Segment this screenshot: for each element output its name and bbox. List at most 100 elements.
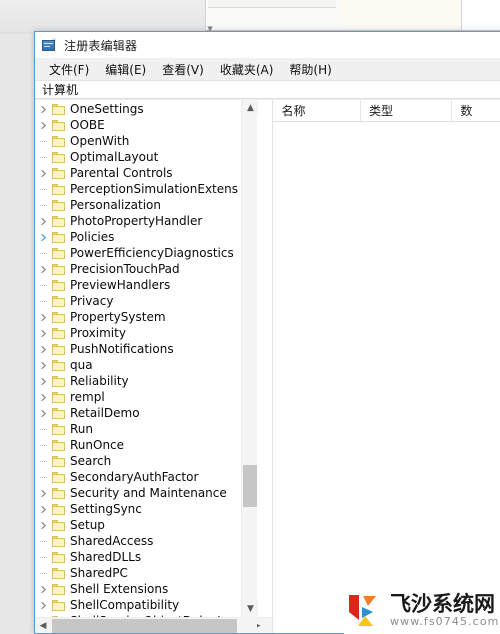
folder-icon xyxy=(52,439,65,451)
folder-icon xyxy=(52,279,65,291)
folder-icon xyxy=(52,327,65,339)
registry-values-pane: 名称 类型 数 xyxy=(273,100,500,633)
horizontal-scroll-thumb[interactable] xyxy=(52,619,237,633)
column-name[interactable]: 名称 xyxy=(273,100,362,121)
folder-icon xyxy=(52,231,65,243)
tree-node-list: OneSettings OOBE OpenWith OptimalLayout Pare… xyxy=(35,101,272,617)
tree-node[interactable]: SharedPC xyxy=(35,565,272,581)
vertical-scroll-thumb[interactable] xyxy=(243,465,258,507)
folder-icon xyxy=(52,103,65,115)
tree-node[interactable]: PhotoPropertyHandler xyxy=(35,213,272,229)
tree-node-label: PropertySystem xyxy=(70,310,166,324)
tree-node[interactable]: RetailDemo xyxy=(35,405,272,421)
chevron-right-icon[interactable] xyxy=(35,581,52,597)
tree-horizontal-scrollbar[interactable]: ◀ ▶ xyxy=(35,617,272,633)
column-data[interactable]: 数 xyxy=(452,100,500,121)
tree-node-label: OpenWith xyxy=(70,134,130,148)
chevron-right-icon[interactable] xyxy=(35,597,52,613)
tree-node[interactable]: OOBE xyxy=(35,117,272,133)
tree-node-label: Parental Controls xyxy=(70,166,173,180)
tree-node-label: OptimalLayout xyxy=(70,150,159,164)
chevron-right-icon[interactable] xyxy=(35,261,52,277)
title-bar[interactable]: 注册表编辑器 xyxy=(35,32,500,58)
tree-node-label: Setup xyxy=(70,518,105,532)
tree-node[interactable]: Policies xyxy=(35,229,272,245)
tree-viewport: OneSettings OOBE OpenWith OptimalLayout Pare… xyxy=(35,100,272,617)
tree-node[interactable]: Run xyxy=(35,421,272,437)
watermark-title: 飞沙系统网 xyxy=(390,591,495,616)
chevron-right-icon[interactable] xyxy=(35,117,52,133)
chevron-right-icon[interactable] xyxy=(35,213,52,229)
tree-node[interactable]: PreviewHandlers xyxy=(35,277,272,293)
tree-connector xyxy=(35,181,52,197)
menu-edit[interactable]: 编辑(E) xyxy=(97,59,154,80)
tree-node-label: SharedAccess xyxy=(70,534,154,548)
tree-connector xyxy=(35,277,52,293)
tree-node[interactable]: PrecisionTouchPad xyxy=(35,261,272,277)
menu-file[interactable]: 文件(F) xyxy=(41,59,97,80)
chevron-right-icon[interactable] xyxy=(35,101,52,117)
chevron-right-icon[interactable] xyxy=(35,229,52,245)
column-type[interactable]: 类型 xyxy=(361,100,453,121)
tree-node[interactable]: PropertySystem xyxy=(35,309,272,325)
tree-node[interactable]: OpenWith xyxy=(35,133,272,149)
chevron-right-icon[interactable] xyxy=(35,357,52,373)
folder-icon xyxy=(52,519,65,531)
background-window-middle[interactable] xyxy=(341,0,462,31)
tree-node[interactable]: OptimalLayout xyxy=(35,149,272,165)
chevron-right-icon[interactable] xyxy=(35,389,52,405)
background-window-right[interactable] xyxy=(462,0,500,31)
tree-node[interactable]: Search xyxy=(35,453,272,469)
tree-node[interactable]: Privacy xyxy=(35,293,272,309)
tree-node-label: qua xyxy=(70,358,93,372)
tree-node-label: Policies xyxy=(70,230,115,244)
tree-node[interactable]: rempl xyxy=(35,389,272,405)
folder-icon xyxy=(52,263,65,275)
registry-editor-icon xyxy=(42,38,57,52)
scroll-down-button[interactable]: ▼ xyxy=(242,601,259,617)
chevron-right-icon[interactable] xyxy=(35,405,52,421)
chevron-right-icon[interactable] xyxy=(35,341,52,357)
address-bar[interactable]: 计算机 xyxy=(35,80,500,99)
tree-node[interactable]: SecondaryAuthFactor xyxy=(35,469,272,485)
chevron-right-icon[interactable] xyxy=(35,501,52,517)
chevron-right-icon[interactable] xyxy=(35,309,52,325)
menu-view[interactable]: 查看(V) xyxy=(154,59,212,80)
tree-node-label: Proximity xyxy=(70,326,126,340)
site-watermark: 飞沙系统网 www.fs0745.com xyxy=(344,586,500,634)
tree-node[interactable]: Setup xyxy=(35,517,272,533)
tree-node[interactable]: Reliability xyxy=(35,373,272,389)
tree-node[interactable]: RunOnce xyxy=(35,437,272,453)
chevron-right-icon[interactable] xyxy=(35,325,52,341)
tree-node[interactable]: PushNotifications xyxy=(35,341,272,357)
chevron-right-icon[interactable] xyxy=(35,485,52,501)
tree-node[interactable]: ShellCompatibility xyxy=(35,597,272,613)
menu-help[interactable]: 帮助(H) xyxy=(281,59,339,80)
values-list-body[interactable] xyxy=(273,122,500,633)
tree-vertical-scrollbar[interactable]: ▲ ▼ xyxy=(241,100,259,617)
tree-node[interactable]: Security and Maintenance xyxy=(35,485,272,501)
tree-node-label: Privacy xyxy=(70,294,114,308)
tree-node[interactable]: Parental Controls xyxy=(35,165,272,181)
tree-node[interactable]: Proximity xyxy=(35,325,272,341)
tree-node[interactable]: SettingSync xyxy=(35,501,272,517)
scroll-up-button[interactable]: ▲ xyxy=(242,100,259,116)
tree-node[interactable]: SharedDLLs xyxy=(35,549,272,565)
chevron-right-icon[interactable] xyxy=(35,165,52,181)
tree-node[interactable]: OneSettings xyxy=(35,101,272,117)
tree-node[interactable]: PerceptionSimulationExtens xyxy=(35,181,272,197)
folder-icon xyxy=(52,391,65,403)
tree-node[interactable]: PowerEfficiencyDiagnostics xyxy=(35,245,272,261)
tree-node-label: PreviewHandlers xyxy=(70,278,171,292)
folder-icon xyxy=(52,343,65,355)
chevron-right-icon[interactable] xyxy=(35,517,52,533)
menu-favorites[interactable]: 收藏夹(A) xyxy=(212,59,282,80)
tree-node[interactable]: SharedAccess xyxy=(35,533,272,549)
chevron-right-icon[interactable] xyxy=(35,373,52,389)
folder-icon xyxy=(52,295,65,307)
tree-node[interactable]: Shell Extensions xyxy=(35,581,272,597)
scroll-left-button[interactable]: ◀ xyxy=(35,618,51,633)
tree-node[interactable]: qua xyxy=(35,357,272,373)
tree-node[interactable]: Personalization xyxy=(35,197,272,213)
folder-icon xyxy=(52,359,65,371)
